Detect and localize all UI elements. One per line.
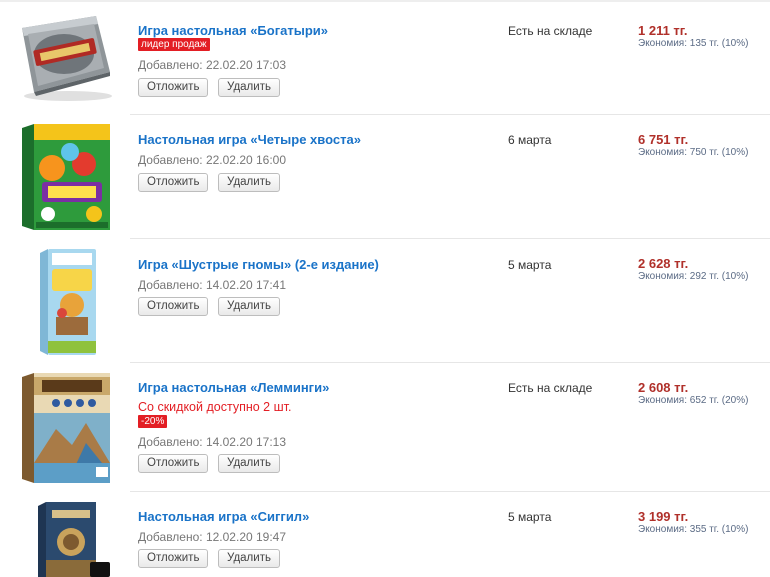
board-game-tin-box-icon xyxy=(22,16,112,101)
cart-item: Настольная игра «Четыре хвоста» Добавлен… xyxy=(0,115,770,239)
item-price: 2 628 тг. xyxy=(638,256,689,271)
availability-status: 5 марта xyxy=(508,258,552,272)
defer-button[interactable]: Отложить xyxy=(138,78,208,97)
defer-button[interactable]: Отложить xyxy=(138,173,208,192)
product-title[interactable]: Игра «Шустрые гномы» (2-е издание) xyxy=(138,257,379,272)
cart-item: Игра настольная «Богатыри» лидер продаж … xyxy=(0,0,770,115)
added-date: Добавлено: 22.02.20 17:03 xyxy=(138,58,287,72)
product-image-siggil[interactable] xyxy=(12,502,116,577)
card-game-box-icon xyxy=(40,249,96,355)
bestseller-badge: лидер продаж xyxy=(138,38,210,51)
availability-status: 5 марта xyxy=(508,510,552,524)
delete-button[interactable]: Удалить xyxy=(218,78,280,97)
added-date: Добавлено: 12.02.20 19:47 xyxy=(138,530,287,544)
item-savings: Экономия: 750 тг. (10%) xyxy=(638,147,749,158)
cart-item: Игра «Шустрые гномы» (2-е издание) Добав… xyxy=(0,239,770,363)
product-image-bogatyri[interactable] xyxy=(12,8,116,104)
defer-button[interactable]: Отложить xyxy=(138,454,208,473)
defer-button[interactable]: Отложить xyxy=(138,549,208,568)
delete-button[interactable]: Удалить xyxy=(218,454,280,473)
product-title[interactable]: Настольная игра «Четыре хвоста» xyxy=(138,132,361,147)
product-title[interactable]: Настольная игра «Сиггил» xyxy=(138,509,309,524)
board-game-box-icon xyxy=(22,373,110,483)
product-title[interactable]: Игра настольная «Лемминги» xyxy=(138,380,329,395)
discount-badge: -20% xyxy=(138,415,168,428)
item-savings: Экономия: 355 тг. (10%) xyxy=(638,524,749,535)
added-date: Добавлено: 14.02.20 17:13 xyxy=(138,435,287,449)
item-savings: Экономия: 135 тг. (10%) xyxy=(638,38,749,49)
item-savings: Экономия: 652 тг. (20%) xyxy=(638,395,749,406)
item-price: 1 211 тг. xyxy=(638,23,688,38)
availability-status: 6 марта xyxy=(508,133,552,147)
delete-button[interactable]: Удалить xyxy=(218,297,280,316)
item-savings: Экономия: 292 тг. (10%) xyxy=(638,271,749,282)
cart-item: Настольная игра «Сиггил» Добавлено: 12.0… xyxy=(0,492,770,577)
card-game-box-icon xyxy=(38,502,110,577)
delete-button[interactable]: Удалить xyxy=(218,173,280,192)
product-image-shustrye-gnomy[interactable] xyxy=(12,245,116,357)
product-title[interactable]: Игра настольная «Богатыри» xyxy=(138,23,328,38)
added-date: Добавлено: 22.02.20 16:00 xyxy=(138,153,287,167)
board-game-box-icon xyxy=(22,124,110,230)
item-price: 6 751 тг. xyxy=(638,132,689,147)
delete-button[interactable]: Удалить xyxy=(218,549,280,568)
product-image-chetyre-khvosta[interactable] xyxy=(12,122,116,232)
discount-availability-note: Со скидкой доступно 2 шт. xyxy=(138,400,292,414)
product-image-lemmingi[interactable] xyxy=(12,373,116,483)
added-date: Добавлено: 14.02.20 17:41 xyxy=(138,278,287,292)
item-price: 2 608 тг. xyxy=(638,380,689,395)
defer-button[interactable]: Отложить xyxy=(138,297,208,316)
item-price: 3 199 тг. xyxy=(638,509,689,524)
cart-item: Игра настольная «Лемминги» Со скидкой до… xyxy=(0,363,770,492)
availability-status: Есть на складе xyxy=(508,24,593,38)
availability-status: Есть на складе xyxy=(508,381,593,395)
